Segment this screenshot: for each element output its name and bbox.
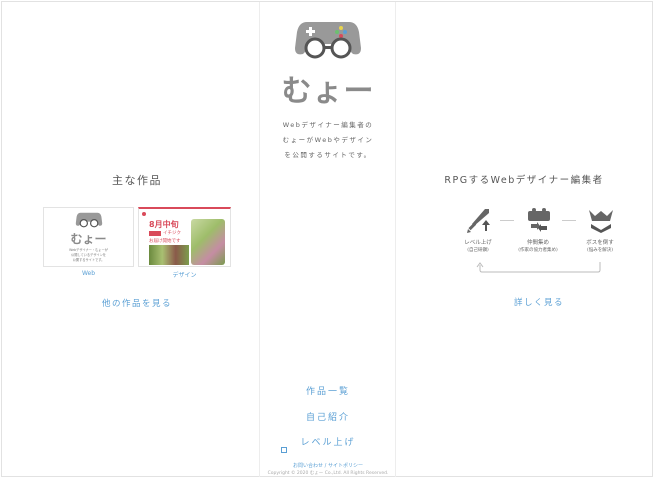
party-icon xyxy=(525,208,553,234)
nav-levelup[interactable]: レベル上げ xyxy=(262,435,394,448)
loop-arrow-icon xyxy=(476,258,604,273)
profile-more-link[interactable]: 詳しく見る xyxy=(462,296,616,308)
description-line: を公開するサイトです。 xyxy=(284,151,372,159)
sword-up-icon xyxy=(465,208,491,234)
work-caption-web[interactable]: Web xyxy=(43,270,134,277)
nav-works[interactable]: 作品一覧 xyxy=(262,384,394,397)
site-description: Webデザイナー編集者の むょーがWebやデザイン を公開するサイトです。 xyxy=(262,118,394,163)
mini-description: Webデザイナー・むょーが 公開しているデザインを 公開するサイトです。 xyxy=(44,248,133,263)
design-badge: イチジク xyxy=(163,231,181,236)
nav-profile[interactable]: 自己紹介 xyxy=(262,410,394,423)
column-divider-left xyxy=(259,2,260,477)
dot-icon xyxy=(142,212,146,216)
step-connector xyxy=(500,220,514,221)
step-label: ボスを倒す xyxy=(586,240,614,246)
footer-links: お問い合わせ / サイトポリシー xyxy=(262,462,394,469)
work-caption-design[interactable]: デザイン xyxy=(138,270,231,279)
mini-gamepad-icon xyxy=(75,212,103,228)
description-line: Webデザイナー編集者の xyxy=(282,121,374,129)
badge-block xyxy=(149,231,161,236)
works-more-link[interactable]: 他の作品を見る xyxy=(60,297,214,309)
copyright: Copyright © 2020 むょー Co.,Ltd. All Rights… xyxy=(267,471,389,476)
step-sub: (自己研鑽) xyxy=(467,248,489,253)
logo-wordmark[interactable]: むょー xyxy=(270,66,386,110)
boss-icon xyxy=(587,208,615,234)
step-connector xyxy=(562,220,576,221)
profile-title: RPGするWebデザイナー編集者 xyxy=(444,175,604,186)
work-thumbnail-design[interactable]: 8月中旬 イチジク お届け開始です xyxy=(138,207,231,267)
step-boss: ボスを倒す (悩みを解決) xyxy=(572,239,628,255)
step-sub: (作家の協力者集め) xyxy=(518,248,558,253)
mini-logo: むょー xyxy=(70,232,107,246)
footer-separator: / xyxy=(324,463,327,469)
mini-text-line: 公開するサイトです。 xyxy=(72,258,105,262)
design-subline: お届け開始です xyxy=(149,239,181,244)
design-headline: 8月中旬 xyxy=(149,220,179,229)
step-label: 仲間集め xyxy=(526,240,549,246)
fig-photo xyxy=(191,219,225,265)
footer-sitemap-link[interactable]: サイトポリシー xyxy=(328,463,363,469)
step-levelup: レベル上げ (自己研鑽) xyxy=(450,239,506,255)
works-title: 主な作品 xyxy=(112,174,162,187)
step-party: 仲間集め (作家の協力者集め) xyxy=(508,239,568,255)
work-thumbnail-web[interactable]: むょー Webデザイナー・むょーが 公開しているデザインを 公開するサイトです。 xyxy=(43,207,134,267)
logo-gamepad-icon[interactable] xyxy=(293,18,363,62)
column-divider-right xyxy=(395,2,396,477)
footer-contact-link[interactable]: お問い合わせ xyxy=(293,463,323,469)
step-label: レベル上げ xyxy=(464,240,492,246)
description-line: むょーがWebやデザイン xyxy=(282,136,374,144)
step-sub: (悩みを解決) xyxy=(586,248,613,253)
fig-photo-grid xyxy=(149,245,189,265)
